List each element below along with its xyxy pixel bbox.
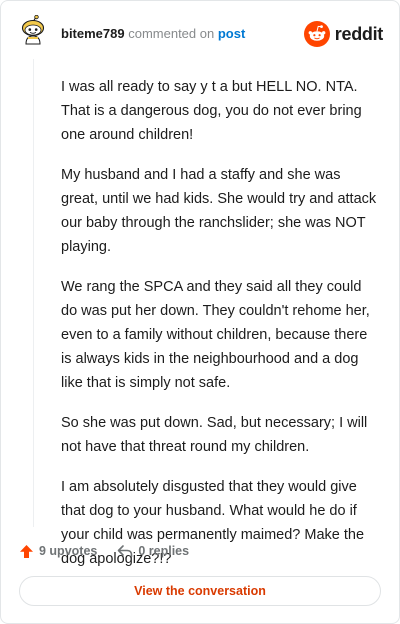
comment-actions: 9 upvotes 0 replies [19, 541, 209, 561]
reddit-snoo-icon [303, 21, 330, 47]
reddit-wordmark: reddit [334, 23, 384, 44]
upvote-arrow-icon [20, 544, 33, 558]
comment-paragraph: I was all ready to say y t a but HELL NO… [61, 79, 362, 143]
comment-body: I was all ready to say y t a but HELL NO… [61, 75, 379, 587]
username-link[interactable]: biteme789 [61, 26, 125, 41]
comment-paragraph: So she was put down. Sad, but necessary;… [61, 415, 368, 455]
avatar[interactable] [19, 14, 47, 45]
comment-card: biteme789 commented on post reddit I was… [0, 0, 400, 624]
thread-line [33, 59, 34, 527]
reddit-logo[interactable]: reddit [303, 21, 384, 47]
reply-button[interactable]: 0 replies [117, 544, 189, 558]
comment-paragraph: We rang the SPCA and they said all they … [61, 279, 370, 391]
snoo-avatar-icon [21, 14, 45, 45]
view-conversation-button[interactable]: View the conversation [19, 576, 381, 606]
reply-arrow-icon [118, 545, 133, 558]
upvote-count: 9 upvotes [39, 544, 98, 558]
post-link[interactable]: post [218, 26, 245, 41]
upvote-button[interactable]: 9 upvotes [19, 544, 97, 559]
view-conversation-label: View the conversation [134, 584, 266, 598]
comment-paragraph: My husband and I had a staffy and she wa… [61, 167, 377, 255]
reply-count: 0 replies [138, 544, 190, 558]
comment-header: biteme789 commented on post reddit [1, 1, 399, 65]
commented-on-text: commented on [128, 26, 215, 41]
byline: biteme789 commented on post [61, 26, 245, 42]
